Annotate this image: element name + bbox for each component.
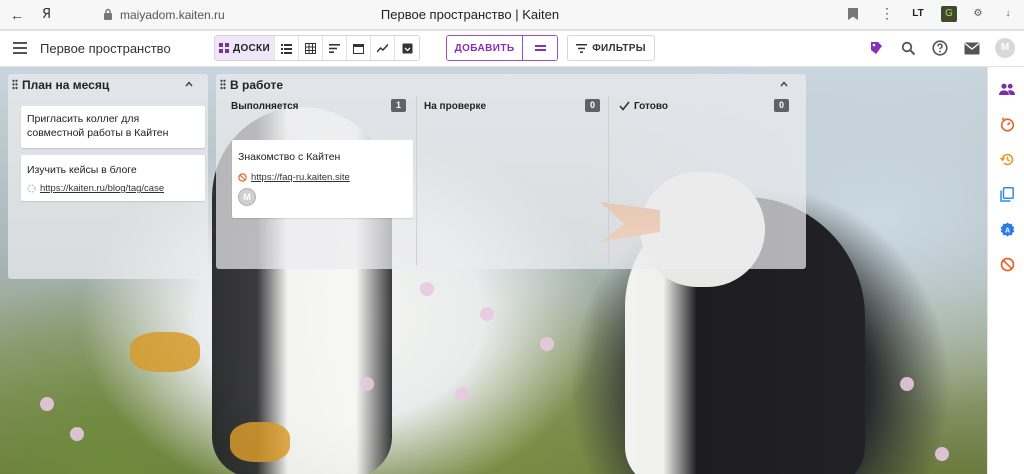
flower-decoration <box>360 377 374 391</box>
view-switcher: ДОСКИ <box>214 35 420 61</box>
browser-toolbar: ← Я maiyadom.kaiten.ru Первое пространст… <box>0 0 1024 30</box>
subcolumn-doing: Выполняется 1 Знакомство с Кайтен https:… <box>224 96 414 266</box>
subcolumn-done: Готово 0 <box>608 96 798 266</box>
extension-g-icon[interactable]: G <box>941 6 957 22</box>
table-view-button[interactable] <box>299 36 323 60</box>
flower-decoration <box>70 427 84 441</box>
timeline-view-button[interactable] <box>323 36 347 60</box>
user-avatar[interactable]: M <box>995 38 1015 58</box>
column-title[interactable]: В работе <box>230 78 283 92</box>
add-options-button[interactable] <box>523 36 557 60</box>
more-vertical-icon[interactable]: ⋮ <box>880 5 894 22</box>
column-title[interactable]: План на месяц <box>22 78 109 92</box>
check-icon <box>619 101 630 111</box>
space-title[interactable]: Первое пространство <box>40 41 171 56</box>
tab-title: Первое пространство | Kaiten <box>380 7 560 22</box>
flower-decoration <box>935 447 949 461</box>
archive-icon <box>402 43 412 53</box>
extensions-puzzle-icon[interactable]: ⚙ <box>970 6 986 22</box>
card-title: Изучить кейсы в блоге <box>27 164 137 176</box>
chart-line-icon <box>377 43 388 52</box>
card-count-badge: 0 <box>585 99 600 112</box>
mail-icon[interactable] <box>963 39 981 57</box>
column-plan: План на месяц Пригласить коллег для совм… <box>8 74 208 279</box>
card[interactable]: Знакомство с Кайтен https://faq-ru.kaite… <box>232 140 413 218</box>
list-icon <box>281 43 292 54</box>
card-title: Пригласить коллег для совместной работы … <box>27 113 169 139</box>
flower-decoration <box>40 397 54 411</box>
chevron-up-icon[interactable] <box>185 80 193 88</box>
spinner-icon <box>27 184 36 193</box>
flower-decoration <box>480 307 494 321</box>
calendar-icon <box>353 43 364 54</box>
subcolumn-title[interactable]: Выполняется <box>231 101 298 112</box>
flower-decoration <box>540 337 554 351</box>
list-view-button[interactable] <box>275 36 299 60</box>
add-button[interactable]: ДОБАВИТЬ <box>447 36 523 60</box>
svg-text:A: A <box>1004 227 1009 234</box>
column-header: План на месяц <box>8 74 208 96</box>
subcolumn-title[interactable]: Готово <box>634 101 668 112</box>
flower-decoration <box>455 387 469 401</box>
drag-handle-icon[interactable] <box>220 79 226 90</box>
history-icon[interactable] <box>998 150 1016 168</box>
help-icon[interactable] <box>931 39 949 57</box>
table-icon <box>305 42 316 54</box>
card-count-badge: 1 <box>391 99 406 112</box>
column-header: В работе <box>216 74 806 96</box>
right-sidebar: A <box>987 67 1024 474</box>
download-icon[interactable]: ↓ <box>1000 6 1016 22</box>
lichen-decoration <box>130 332 200 372</box>
drag-handle-icon[interactable] <box>12 79 18 90</box>
card-link[interactable]: https://kaiten.ru/blog/tag/case <box>40 183 164 194</box>
timer-icon[interactable] <box>998 115 1016 133</box>
reports-view-button[interactable] <box>371 36 395 60</box>
card-title: Знакомство с Кайтен <box>238 151 341 163</box>
subcolumn-review: На проверке 0 <box>416 96 608 266</box>
filters-button[interactable]: ФИЛЬТРЫ <box>567 35 655 61</box>
filters-label: ФИЛЬТРЫ <box>592 42 646 54</box>
copy-icon[interactable] <box>998 185 1016 203</box>
flower-decoration <box>420 282 434 296</box>
card-count-badge: 0 <box>774 99 789 112</box>
users-icon[interactable] <box>998 80 1016 98</box>
card-link-row: https://faq-ru.kaiten.site <box>238 172 350 183</box>
blocked-icon[interactable] <box>998 255 1016 273</box>
card[interactable]: Пригласить коллег для совместной работы … <box>21 106 205 148</box>
card-link-row: https://kaiten.ru/blog/tag/case <box>27 183 164 194</box>
column-in-progress: В работе Выполняется 1 Знакомство с Кайт… <box>216 74 806 269</box>
search-icon[interactable] <box>899 39 917 57</box>
timeline-icon <box>329 43 340 53</box>
card-link[interactable]: https://faq-ru.kaiten.site <box>251 172 350 183</box>
tag-icon[interactable] <box>867 39 885 57</box>
boards-view-button[interactable]: ДОСКИ <box>215 36 275 60</box>
boards-view-label: ДОСКИ <box>233 42 270 54</box>
flower-decoration <box>900 377 914 391</box>
equals-icon <box>534 45 546 51</box>
subcolumn-title[interactable]: На проверке <box>424 101 486 112</box>
automation-icon[interactable]: A <box>998 220 1016 238</box>
blocked-link-icon <box>238 173 247 182</box>
app-header: Первое пространство ДОСКИ ДОБАВИТЬ ФИЛЬТ… <box>0 31 1024 67</box>
card-avatar[interactable]: M <box>238 188 256 206</box>
menu-icon[interactable] <box>13 42 27 54</box>
filter-icon <box>576 43 588 53</box>
lichen-decoration <box>230 422 290 462</box>
extension-lt-icon[interactable]: LT <box>910 6 926 22</box>
add-group: ДОБАВИТЬ <box>446 35 558 61</box>
card[interactable]: Изучить кейсы в блоге https://kaiten.ru/… <box>21 155 205 201</box>
archive-view-button[interactable] <box>395 36 419 60</box>
calendar-view-button[interactable] <box>347 36 371 60</box>
boards-grid-icon <box>219 43 230 53</box>
chevron-up-icon[interactable] <box>780 80 788 88</box>
